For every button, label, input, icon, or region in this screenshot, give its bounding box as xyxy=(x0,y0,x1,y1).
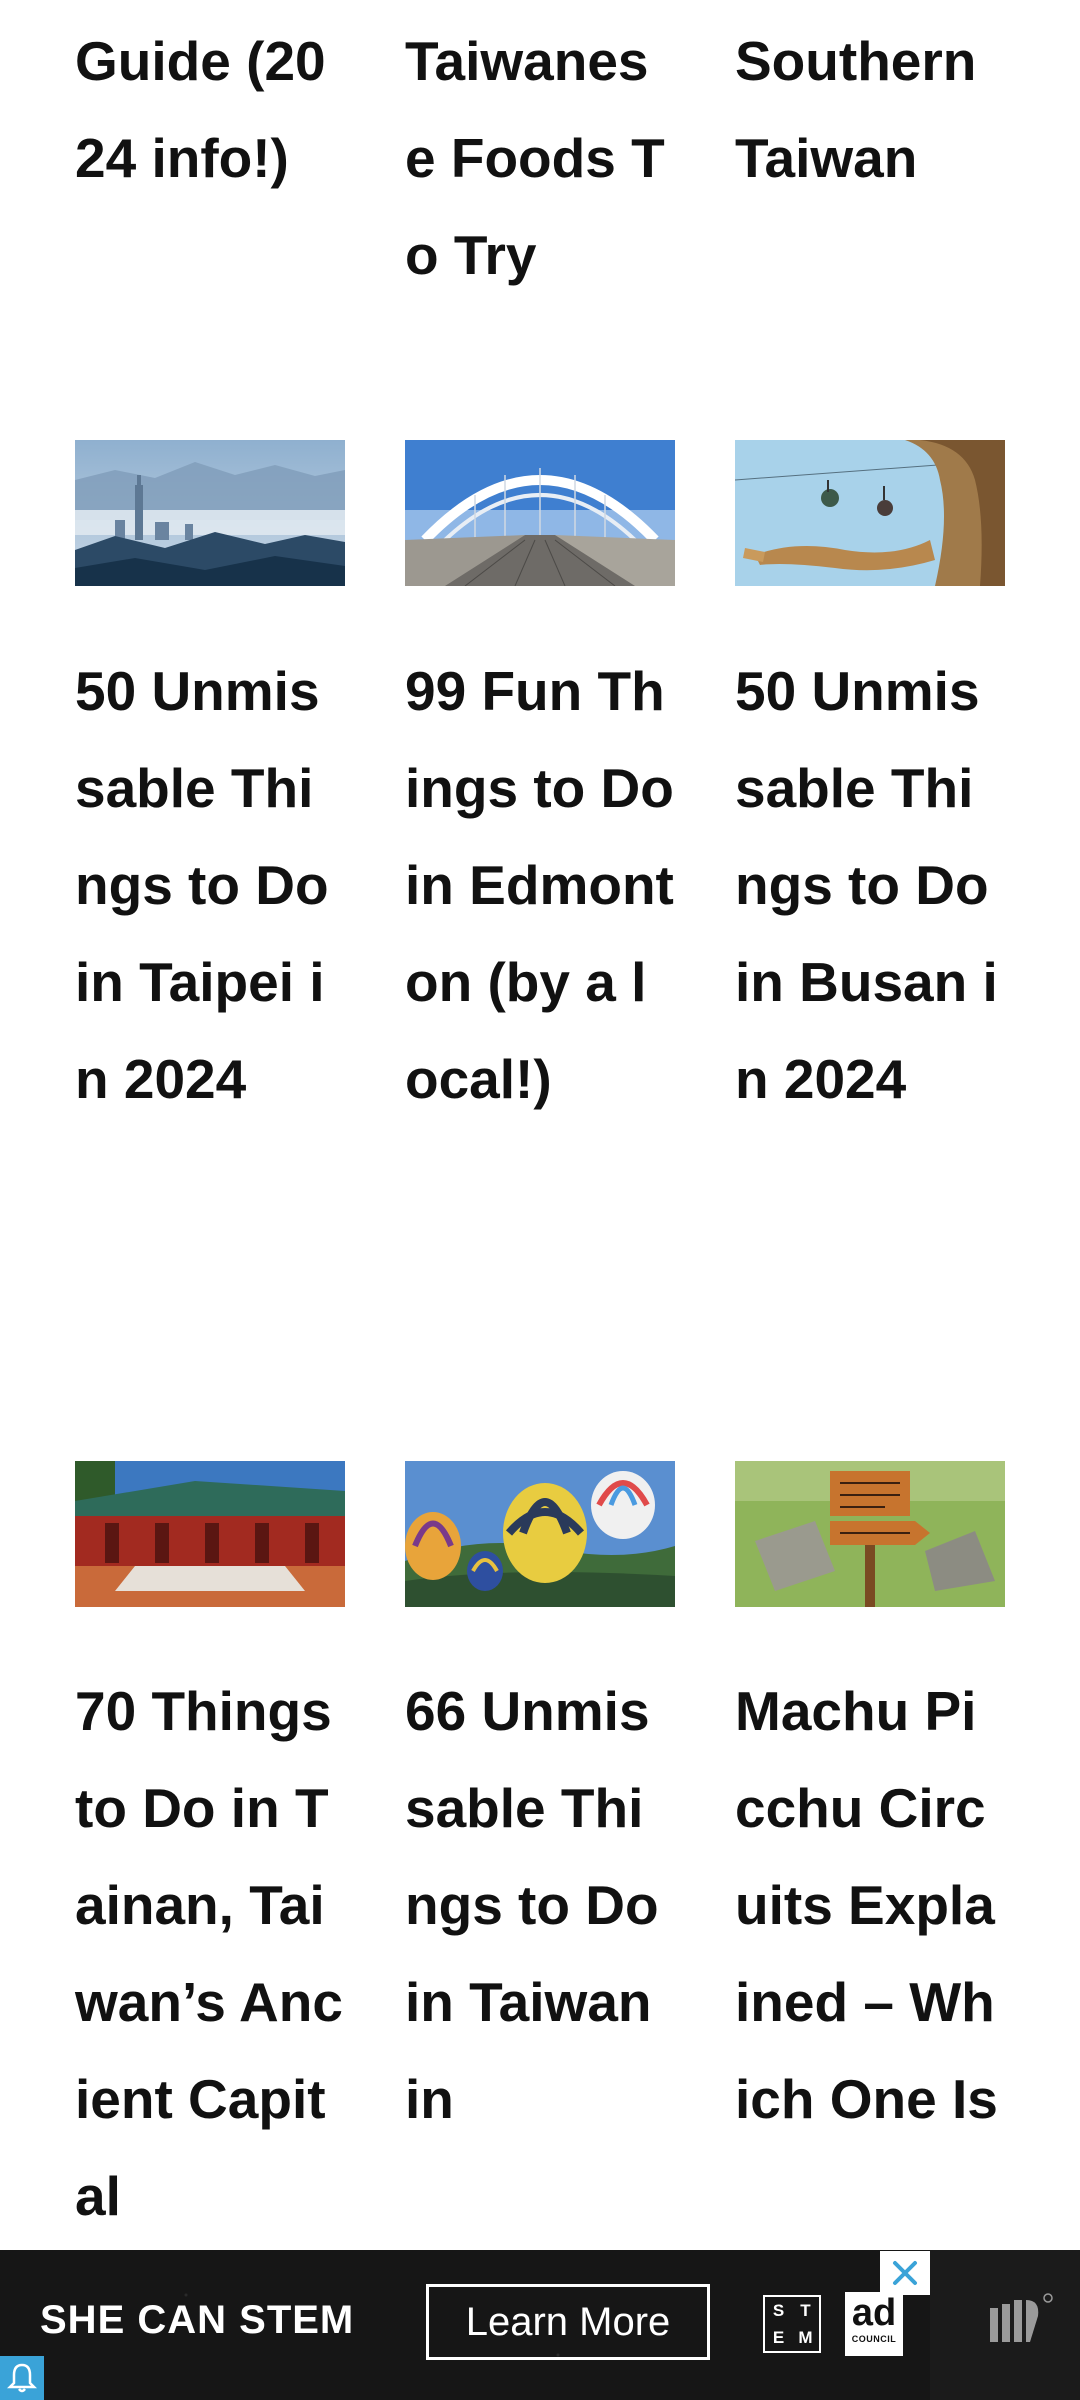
machu-picchu-thumbnail[interactable] xyxy=(735,1461,1005,1607)
taiwan-balloons-thumbnail[interactable] xyxy=(405,1461,675,1607)
stem-letter-e: E xyxy=(772,2327,785,2347)
stem-letter-t: T xyxy=(800,2300,811,2320)
edmonton-bridge-image xyxy=(405,440,675,586)
hot-air-balloons-image xyxy=(405,1461,675,1607)
ad-side-panel xyxy=(930,2250,1080,2400)
article-title-taipei[interactable]: 50 Unmissable Things to Do in Taipei in … xyxy=(75,643,345,1128)
ad-close-button[interactable] xyxy=(880,2251,930,2295)
stem-letter-s: S xyxy=(772,2300,785,2320)
tainan-thumbnail[interactable] xyxy=(75,1461,345,1607)
ad-council-logo-big: ad xyxy=(851,2292,897,2334)
article-title-tainan[interactable]: 70 Things to Do in Tainan, Taiwan’s Anci… xyxy=(75,1663,345,2245)
ad-creative[interactable]: SHE CAN STEM Learn More S T E M ad COUNC… xyxy=(0,2250,930,2400)
article-title-travel-guide[interactable]: Guide (2024 info!) xyxy=(75,13,345,207)
article-title-edmonton[interactable]: 99 Fun Things to Do in Edmonton (by a lo… xyxy=(405,643,675,1128)
tainan-temple-image xyxy=(75,1461,345,1607)
article-title-southern-taiwan[interactable]: Southern Taiwan xyxy=(735,13,1005,207)
close-x-icon xyxy=(893,2261,917,2285)
taipei-thumbnail[interactable] xyxy=(75,440,345,586)
article-title-machu-picchu[interactable]: Machu Picchu Circuits Explained – Which … xyxy=(735,1663,1005,2148)
article-title-taiwan[interactable]: 66 Unmissable Things to Do in Taiwan in xyxy=(405,1663,675,2148)
busan-statue-image xyxy=(735,440,1005,586)
publisher-logo-icon xyxy=(990,2293,1053,2342)
ad-learn-more-button[interactable]: Learn More xyxy=(426,2284,710,2360)
taipei-skyline-image xyxy=(75,440,345,586)
article-title-busan[interactable]: 50 Unmissable Things to Do in Busan in 2… xyxy=(735,643,1005,1128)
stem-logo: S T E M xyxy=(763,2295,821,2353)
ad-council-logo: ad COUNCIL xyxy=(845,2292,903,2356)
machu-picchu-sign-image xyxy=(735,1461,1005,1607)
stem-letter-m: M xyxy=(798,2327,813,2347)
article-title-taiwanese-foods[interactable]: Taiwanese Foods To Try xyxy=(405,13,675,304)
edmonton-thumbnail[interactable] xyxy=(405,440,675,586)
bell-icon xyxy=(7,2363,37,2393)
ad-council-logo-small: COUNCIL xyxy=(851,2334,897,2344)
notification-button[interactable] xyxy=(0,2356,44,2400)
busan-thumbnail[interactable] xyxy=(735,440,1005,586)
ad-headline: SHE CAN STEM xyxy=(40,2298,355,2342)
